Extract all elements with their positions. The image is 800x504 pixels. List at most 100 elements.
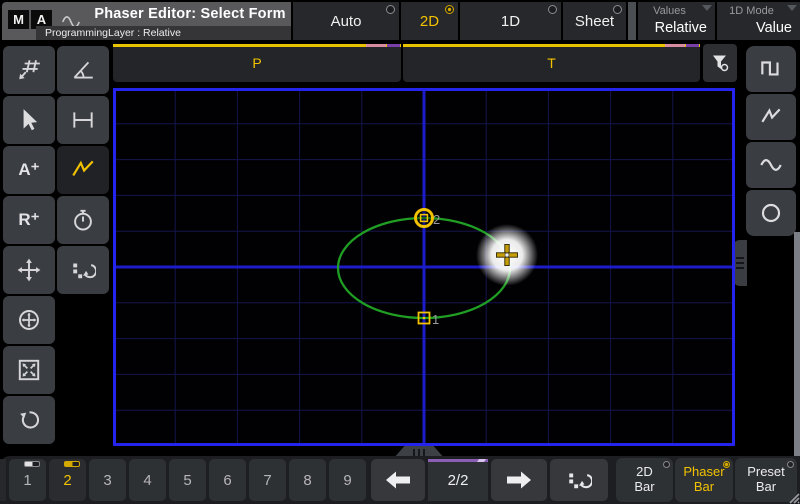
window-title: Phaser Editor: Select Form — [90, 6, 290, 22]
page-1-label: 1 — [23, 472, 31, 489]
phaser-bar-indicator — [723, 461, 730, 468]
circle-form-button[interactable] — [746, 190, 796, 236]
relative-plus-button[interactable]: R⁺ — [3, 196, 55, 244]
window-titlebar: MA Phaser Editor: Select Form Programmin… — [2, 2, 291, 40]
page-button-2[interactable]: 2 — [49, 459, 86, 501]
expand-icon — [16, 357, 42, 383]
arrow-left-icon — [384, 469, 412, 491]
grid-arrow-button[interactable] — [3, 46, 55, 94]
page-button-8[interactable]: 8 — [289, 459, 326, 501]
center-target-button[interactable] — [3, 296, 55, 344]
segment-pink — [366, 44, 386, 47]
pointer-button[interactable] — [3, 96, 55, 144]
expand-button[interactable] — [3, 346, 55, 394]
preset-bar-indicator — [787, 461, 794, 468]
page-button-4[interactable]: 4 — [129, 459, 166, 501]
attribute-header-p[interactable]: P — [113, 44, 401, 82]
page-4-label: 4 — [143, 472, 151, 489]
stopwatch-button[interactable] — [57, 196, 109, 244]
tab-1d[interactable]: 1D — [460, 2, 561, 40]
page-1-indicator — [24, 461, 40, 467]
move-button[interactable] — [3, 246, 55, 294]
values-dropdown-label: Values — [638, 5, 701, 17]
2d-bar-toggle[interactable]: 2D Bar — [616, 458, 673, 502]
attribute-header-t-label: T — [547, 55, 556, 71]
page-6-label: 6 — [223, 472, 231, 489]
page-button-7[interactable]: 7 — [249, 459, 286, 501]
page-button-6[interactable]: 6 — [209, 459, 246, 501]
window-resize-grip[interactable] — [784, 488, 800, 504]
filter-button[interactable] — [703, 44, 737, 82]
page-button-1[interactable]: 1 — [9, 459, 46, 501]
tab-auto-radio — [386, 5, 395, 14]
steps-rotate-button[interactable] — [57, 246, 109, 294]
phaser-bar-label: Phaser Bar — [683, 465, 724, 495]
chevron-down-icon — [702, 5, 712, 11]
page-button-3[interactable]: 3 — [89, 459, 126, 501]
zigzag-wave-button[interactable] — [746, 94, 796, 140]
1d-mode-dropdown-value: Value — [717, 20, 792, 36]
undo-button[interactable] — [3, 396, 55, 444]
arrow-right-icon — [505, 469, 533, 491]
sine-wave-icon — [757, 152, 785, 178]
page-8-label: 8 — [303, 472, 311, 489]
circle-form-icon — [757, 200, 785, 226]
attribute-header-p-label: P — [252, 55, 261, 71]
preset-bar-label: Preset Bar — [747, 465, 785, 495]
segment-purple — [686, 44, 699, 47]
center-target-icon — [16, 307, 42, 333]
pointer-arrow-icon — [16, 107, 42, 133]
square-wave-button[interactable] — [746, 46, 796, 92]
steps-rotate-icon — [70, 257, 96, 283]
tab-auto[interactable]: Auto — [293, 2, 399, 40]
square-wave-icon — [757, 56, 785, 82]
segment-purple — [387, 44, 400, 47]
absolute-plus-button[interactable]: A⁺ — [3, 146, 55, 194]
page-2-indicator — [64, 461, 80, 467]
step-marker-1-label: 1 — [432, 312, 439, 327]
1d-mode-dropdown[interactable]: 1D Mode Value — [717, 2, 800, 40]
right-panel-handle[interactable] — [733, 240, 747, 286]
tab-2d[interactable]: 2D — [401, 2, 458, 40]
values-dropdown[interactable]: Values Relative — [638, 2, 715, 40]
tab-2d-label: 2D — [420, 13, 439, 30]
page-button-5[interactable]: 5 — [169, 459, 206, 501]
page-2-label: 2 — [63, 472, 71, 489]
segment-pink — [665, 44, 685, 47]
tab-1d-label: 1D — [501, 13, 520, 30]
phaser-editor-window: MA Phaser Editor: Select Form Programmin… — [0, 0, 800, 504]
absolute-plus-label: A⁺ — [18, 160, 39, 180]
zigzag-wave-icon — [70, 157, 96, 183]
ma-logo-letter-m: M — [8, 10, 29, 29]
phaser-2d-plot[interactable]: 2 1 — [113, 88, 735, 446]
page-next-button[interactable] — [491, 459, 547, 501]
page-button-9[interactable]: 9 — [329, 459, 366, 501]
page-prev-button[interactable] — [371, 459, 425, 501]
tab-sheet-radio — [613, 5, 622, 14]
step-marker-2-label: 2 — [433, 212, 440, 227]
zigzag-form-button[interactable] — [57, 146, 109, 194]
page-7-label: 7 — [263, 472, 271, 489]
tabbar-separator — [628, 2, 636, 40]
attribute-header-t[interactable]: T — [403, 44, 700, 82]
grid-arrow-icon — [16, 57, 42, 83]
1d-mode-dropdown-label: 1D Mode — [717, 5, 786, 17]
move-cross-icon — [16, 257, 42, 283]
phaser-2d-canvas[interactable]: 2 1 — [113, 88, 735, 446]
window-subtitle: ProgrammingLayer : Relative — [36, 26, 291, 40]
tab-sheet[interactable]: Sheet — [563, 2, 626, 40]
filter-funnel-icon — [709, 52, 731, 74]
tab-auto-label: Auto — [331, 13, 362, 30]
width-button[interactable] — [57, 96, 109, 144]
steps-sync-button[interactable] — [550, 459, 608, 501]
page-indicator[interactable]: 2/2 — [428, 459, 488, 501]
step-marker-2[interactable]: 2 — [416, 210, 441, 228]
page-indicator-value: 2/2 — [448, 472, 469, 489]
angle-button[interactable] — [57, 46, 109, 94]
tab-sheet-label: Sheet — [575, 13, 614, 30]
page-3-label: 3 — [103, 472, 111, 489]
values-dropdown-value: Relative — [638, 20, 707, 36]
sine-wave-button[interactable] — [746, 142, 796, 188]
steps-rotate-icon — [566, 467, 592, 493]
phaser-bar-toggle[interactable]: Phaser Bar — [675, 458, 733, 502]
